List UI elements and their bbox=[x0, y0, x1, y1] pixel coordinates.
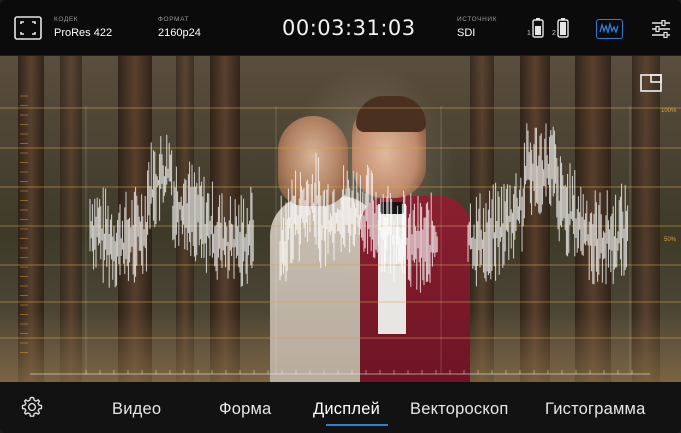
battery-2-number: 2 bbox=[552, 30, 556, 37]
source-value: SDI bbox=[457, 27, 476, 39]
gear-icon[interactable] bbox=[20, 395, 44, 419]
menu-histogram[interactable]: Гистограмма bbox=[545, 399, 645, 419]
waveform-trace bbox=[279, 152, 438, 293]
format-value: 2160p24 bbox=[158, 27, 201, 39]
sliders-icon[interactable] bbox=[651, 20, 671, 38]
menu-video[interactable]: Видео bbox=[112, 399, 161, 419]
menu-vectorscope[interactable]: Вектороскоп bbox=[410, 399, 508, 419]
video-viewport[interactable]: 100% 50% bbox=[0, 56, 681, 382]
timecode[interactable]: 00:03:31:03 bbox=[282, 16, 416, 40]
pip-icon[interactable] bbox=[640, 74, 662, 92]
status-bar: КОДЕК ProRes 422 ФОРМАТ 2160p24 00:03:31… bbox=[0, 0, 681, 56]
menu-display[interactable]: Дисплей bbox=[313, 399, 380, 419]
bottom-menu: Видео Форма Дисплей Вектороскоп Гистогра… bbox=[0, 382, 681, 433]
waveform-overlay bbox=[0, 95, 681, 375]
waveform-icon bbox=[599, 21, 619, 35]
format-label: ФОРМАТ bbox=[158, 16, 190, 23]
codec-value: ProRes 422 bbox=[54, 27, 113, 39]
scale-label-100: 100% bbox=[661, 108, 677, 114]
codec-label: КОДЕК bbox=[54, 16, 79, 23]
battery-icon bbox=[557, 18, 569, 38]
battery-icon bbox=[532, 18, 544, 38]
format-info[interactable]: ФОРМАТ 2160p24 bbox=[158, 16, 201, 40]
source-info[interactable]: ИСТОЧНИК SDI bbox=[457, 16, 497, 40]
battery-1: 1 bbox=[527, 18, 544, 38]
frame-guides-icon[interactable] bbox=[14, 16, 42, 40]
monitor-screen: КОДЕК ProRes 422 ФОРМАТ 2160p24 00:03:31… bbox=[0, 0, 681, 433]
codec-info[interactable]: КОДЕК ProRes 422 bbox=[54, 16, 112, 40]
scale-label-50: 50% bbox=[664, 237, 677, 243]
menu-waveform[interactable]: Форма bbox=[219, 399, 271, 419]
source-label: ИСТОЧНИК bbox=[457, 16, 498, 23]
active-tab-indicator bbox=[326, 424, 388, 426]
waveform-scope-button[interactable] bbox=[596, 19, 623, 39]
battery-1-number: 1 bbox=[527, 30, 531, 37]
battery-2: 2 bbox=[552, 18, 569, 38]
